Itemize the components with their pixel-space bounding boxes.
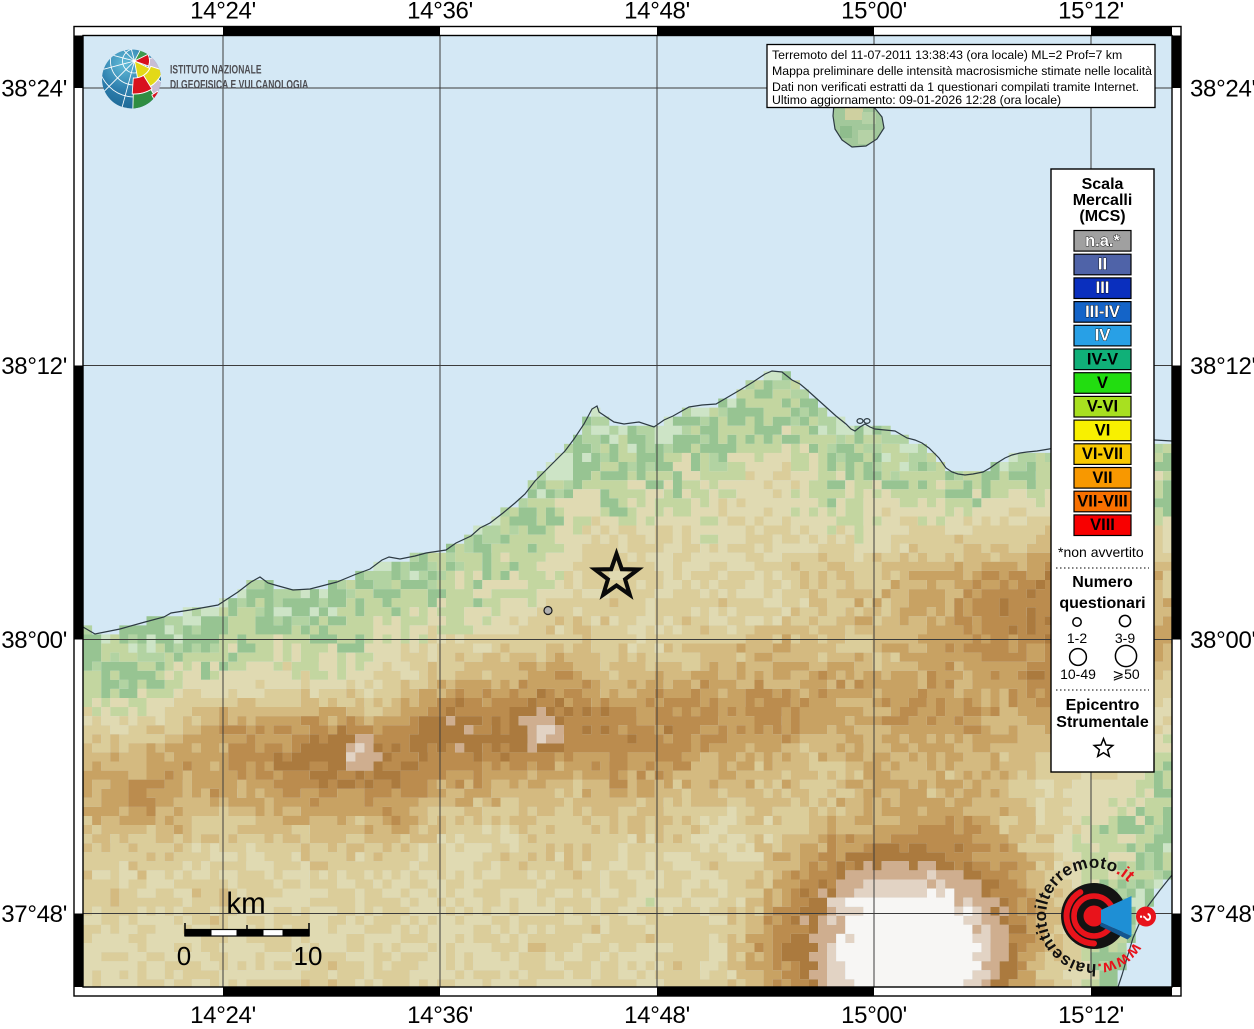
svg-text:14°48': 14°48' [624,0,690,25]
svg-text:?: ? [1136,912,1153,921]
svg-text:10-49: 10-49 [1060,666,1096,682]
svg-text:III-IV: III-IV [1085,303,1120,321]
svg-text:VI: VI [1095,421,1111,439]
svg-text:III: III [1096,279,1110,297]
svg-text:V-VI: V-VI [1087,398,1118,416]
svg-text:ISTITUTO NAZIONALE: ISTITUTO NAZIONALE [170,64,262,77]
svg-text:38°12': 38°12' [1190,353,1254,380]
svg-text:38°12': 38°12' [1,353,67,380]
svg-text:IV: IV [1095,327,1111,345]
svg-text:DI GEOFISICA E VULCANOLOGIA: DI GEOFISICA E VULCANOLOGIA [170,79,309,92]
svg-text:15°00': 15°00' [841,0,907,25]
svg-text:⩾50: ⩾50 [1112,666,1140,682]
svg-text:VII-VIII: VII-VIII [1077,493,1127,511]
svg-text:*non avvertito: *non avvertito [1058,544,1144,560]
svg-text:14°36': 14°36' [407,0,473,25]
svg-text:15°12': 15°12' [1058,0,1124,25]
svg-text:10: 10 [294,941,323,971]
svg-text:3-9: 3-9 [1115,630,1135,646]
svg-text:37°48': 37°48' [1190,901,1254,928]
svg-text:38°00': 38°00' [1190,627,1254,654]
svg-text:Epicentro: Epicentro [1066,697,1140,714]
svg-text:Mappa preliminare delle intens: Mappa preliminare delle intensità macros… [772,64,1152,78]
svg-text:(MCS): (MCS) [1079,208,1125,225]
svg-text:VIII: VIII [1090,516,1115,534]
svg-text:15°00': 15°00' [841,1002,907,1024]
svg-text:38°24': 38°24' [1190,76,1254,103]
svg-text:VI-VII: VI-VII [1082,445,1123,463]
svg-text:VII: VII [1092,469,1112,487]
svg-text:IV-V: IV-V [1087,350,1118,368]
svg-text:Strumentale: Strumentale [1056,714,1149,731]
svg-text:II: II [1098,256,1107,274]
svg-text:14°36': 14°36' [407,1002,473,1024]
svg-text:questionari: questionari [1059,595,1145,612]
svg-text:Dati non verificati estratti d: Dati non verificati estratti da 1 questi… [772,80,1139,94]
svg-text:14°48': 14°48' [624,1002,690,1024]
svg-text:Scala: Scala [1082,176,1124,193]
svg-text:Mercalli: Mercalli [1073,192,1133,209]
svg-text:0: 0 [177,941,191,971]
svg-text:1-2: 1-2 [1067,630,1087,646]
svg-text:Numero: Numero [1072,574,1133,591]
svg-text:38°24': 38°24' [1,76,67,103]
svg-text:15°12': 15°12' [1058,1002,1124,1024]
svg-text:37°48': 37°48' [1,901,67,928]
svg-text:14°24': 14°24' [190,1002,256,1024]
svg-text:Ultimo aggiornamento: 09-01-20: Ultimo aggiornamento: 09-01-2026 12:28 (… [772,93,1061,107]
svg-text:14°24': 14°24' [190,0,256,25]
svg-text:38°00': 38°00' [1,627,67,654]
svg-text:km: km [226,887,265,920]
svg-text:n.a.*: n.a.* [1085,232,1120,250]
svg-text:V: V [1097,374,1108,392]
svg-text:Terremoto del 11-07-2011 13:38: Terremoto del 11-07-2011 13:38:43 (ora l… [772,48,1122,62]
